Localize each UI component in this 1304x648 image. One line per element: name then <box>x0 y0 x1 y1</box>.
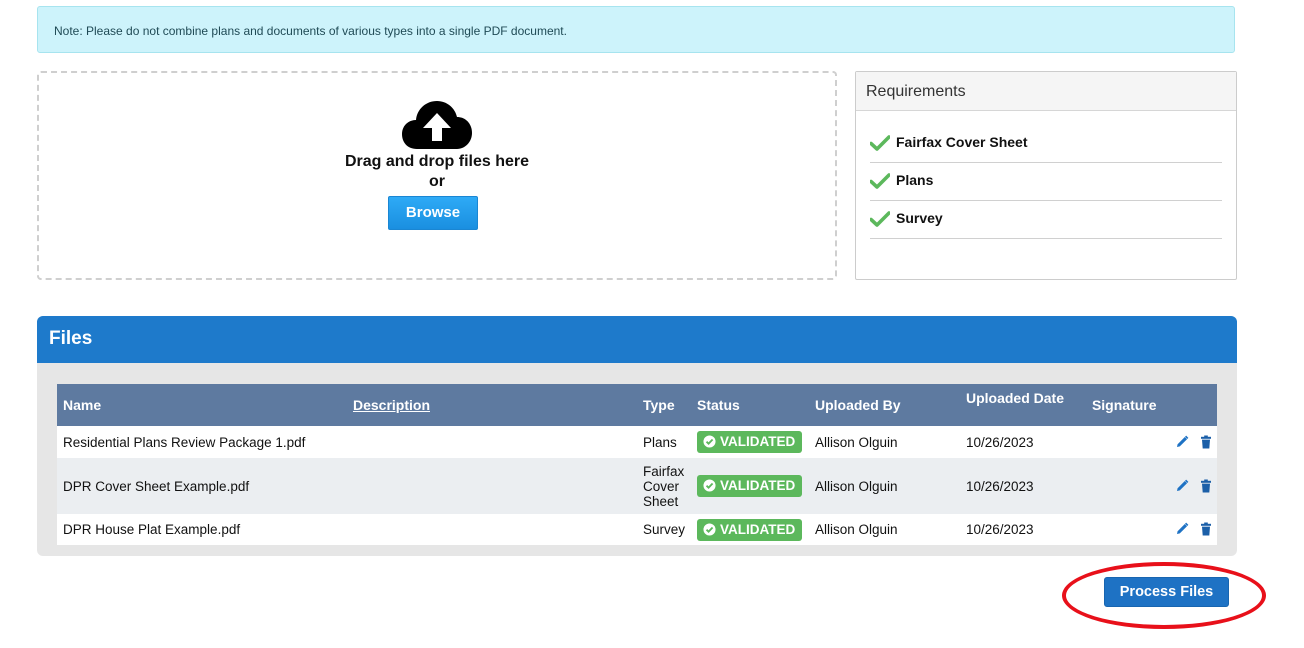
requirement-item: Survey <box>870 202 1222 239</box>
check-icon <box>870 211 890 227</box>
requirement-label: Fairfax Cover Sheet <box>896 134 1028 150</box>
file-type: Plans <box>636 426 691 458</box>
file-name: Residential Plans Review Package 1.pdf <box>57 426 347 458</box>
dropzone-primary-text: Drag and drop files here <box>344 153 530 170</box>
file-type: Fairfax Cover Sheet <box>636 458 691 514</box>
uploaded-date: 10/26/2023 <box>959 458 1086 514</box>
pencil-icon[interactable] <box>1175 522 1189 536</box>
requirements-title: Requirements <box>856 72 1236 111</box>
process-files-button[interactable]: Process Files <box>1104 577 1229 607</box>
status-text: VALIDATED <box>720 478 796 493</box>
dropzone-or-text: or <box>429 173 445 190</box>
column-header-name[interactable]: Name <box>57 384 347 426</box>
files-panel: Files Name Description Type Status Uploa… <box>37 316 1237 556</box>
pencil-icon[interactable] <box>1175 479 1189 493</box>
column-header-signature[interactable]: Signature <box>1085 384 1217 426</box>
column-header-uploaded-by[interactable]: Uploaded By <box>808 384 960 426</box>
table-row: DPR House Plat Example.pdf Survey VALIDA… <box>57 514 1217 545</box>
requirement-label: Plans <box>896 172 934 188</box>
uploaded-date: 10/26/2023 <box>959 426 1086 458</box>
uploaded-by: Allison Olguin <box>808 514 960 545</box>
files-table: Name Description Type Status Uploaded By… <box>57 384 1217 545</box>
file-description <box>346 458 637 514</box>
note-text: Note: Please do not combine plans and do… <box>54 24 567 38</box>
table-row: DPR Cover Sheet Example.pdf Fairfax Cove… <box>57 458 1217 514</box>
check-circle-icon <box>703 435 716 448</box>
status-badge: VALIDATED <box>697 518 803 541</box>
status-text: VALIDATED <box>720 434 796 449</box>
table-row: Residential Plans Review Package 1.pdf P… <box>57 426 1217 458</box>
trash-icon[interactable] <box>1199 522 1213 536</box>
trash-icon[interactable] <box>1199 479 1213 493</box>
browse-button[interactable]: Browse <box>388 196 478 230</box>
status-badge: VALIDATED <box>697 475 803 497</box>
column-header-uploaded-date[interactable]: Uploaded Date <box>959 384 1086 426</box>
file-name: DPR Cover Sheet Example.pdf <box>57 458 347 514</box>
status-text: VALIDATED <box>720 521 796 537</box>
pencil-icon[interactable] <box>1175 435 1189 449</box>
files-table-header: Name Description Type Status Uploaded By… <box>57 384 1217 426</box>
requirements-panel: Requirements Fairfax Cover Sheet Plans S… <box>855 71 1237 280</box>
check-icon <box>870 135 890 151</box>
uploaded-by: Allison Olguin <box>808 458 960 514</box>
upload-note-alert: Note: Please do not combine plans and do… <box>37 6 1235 53</box>
status-badge: VALIDATED <box>697 431 803 453</box>
files-panel-title: Files <box>37 316 1237 363</box>
file-name: DPR House Plat Example.pdf <box>57 514 347 545</box>
file-type: Survey <box>636 514 691 545</box>
uploaded-date: 10/26/2023 <box>959 514 1086 545</box>
uploaded-by: Allison Olguin <box>808 426 960 458</box>
check-icon <box>870 173 890 189</box>
requirements-list: Fairfax Cover Sheet Plans Survey <box>870 126 1222 240</box>
column-header-description[interactable]: Description <box>346 384 637 426</box>
trash-icon[interactable] <box>1199 435 1213 449</box>
check-circle-icon <box>703 522 716 536</box>
check-circle-icon <box>703 479 716 492</box>
cloud-upload-icon <box>402 101 472 149</box>
file-description <box>346 514 637 545</box>
column-header-type[interactable]: Type <box>636 384 691 426</box>
column-header-status[interactable]: Status <box>691 384 809 426</box>
file-description <box>346 426 637 458</box>
file-dropzone[interactable]: Drag and drop files here or Browse <box>37 71 837 280</box>
requirement-label: Survey <box>896 210 943 226</box>
requirement-item: Plans <box>870 164 1222 201</box>
requirement-item: Fairfax Cover Sheet <box>870 126 1222 163</box>
